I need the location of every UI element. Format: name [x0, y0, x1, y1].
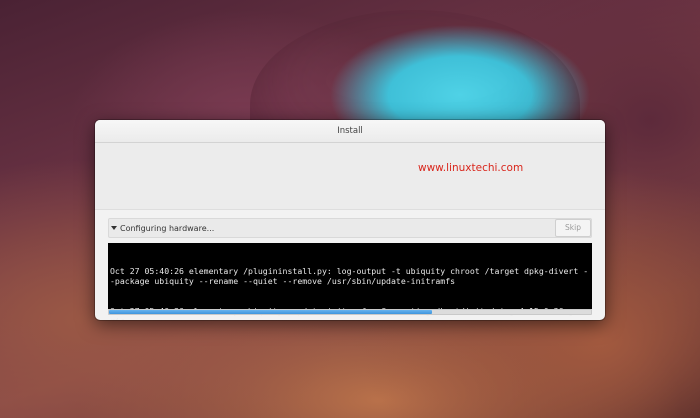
progress-bar-fill [109, 310, 432, 314]
status-row: Configuring hardware... Skip [108, 218, 592, 238]
install-dialog: Install www.linuxtechi.com Configuring h… [95, 120, 605, 320]
watermark-text: www.linuxtechi.com [418, 162, 524, 174]
terminal-line: Oct 27 05:40:26 elementary /plugininstal… [110, 266, 589, 286]
details-expander[interactable]: Configuring hardware... [111, 224, 214, 233]
skip-button[interactable]: Skip [555, 219, 591, 237]
terminal-output[interactable]: Oct 27 05:40:26 elementary /plugininstal… [108, 243, 592, 320]
status-label: Configuring hardware... [120, 223, 215, 233]
progress-bar [108, 309, 592, 315]
progress-section: Configuring hardware... Skip Oct 27 05:4… [95, 210, 605, 320]
window-titlebar[interactable]: Install [95, 120, 605, 143]
window-title: Install [337, 126, 363, 136]
triangle-down-icon[interactable] [111, 226, 117, 230]
slideshow-banner: www.linuxtechi.com [95, 143, 605, 210]
